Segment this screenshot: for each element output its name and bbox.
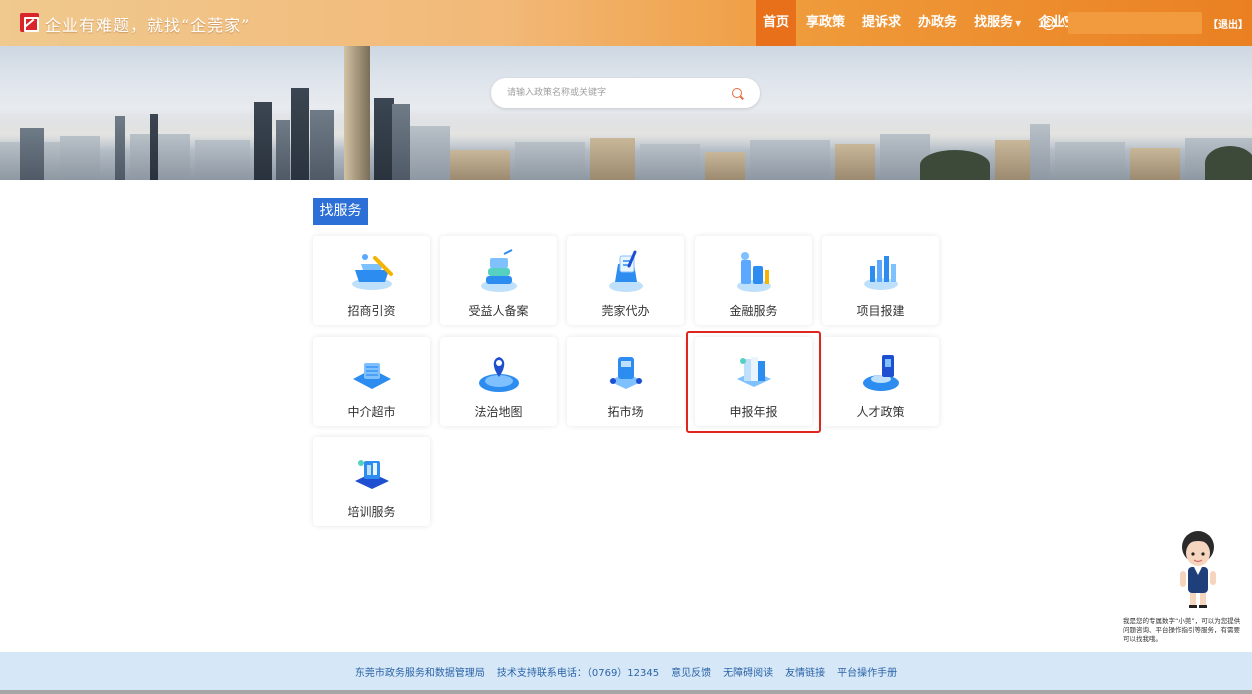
- assistant-message: 我是您的专属数字“小莞”，可以为您提供问题咨询、平台操作指引等服务，有需要可以找…: [1119, 615, 1249, 646]
- section-title: 找服务: [313, 198, 368, 225]
- search-input[interactable]: [507, 78, 727, 108]
- skyline-building: [254, 102, 272, 180]
- bottom-strip: [0, 690, 1252, 694]
- intermediary-market-icon: [353, 363, 391, 389]
- skyline-building: [276, 120, 290, 180]
- footer-links: 东莞市政务服务和数据管理局 技术支持联系电话：（0769）12345 意见反馈 …: [0, 652, 1252, 690]
- skyline-building: [515, 142, 585, 180]
- skyline-building: [1130, 148, 1180, 180]
- footer-link-friendly-links[interactable]: 友情链接: [785, 664, 825, 679]
- chevron-down-icon: ▼: [1015, 19, 1022, 28]
- footer-link-hotline: 技术支持联系电话：（0769）12345: [496, 667, 660, 679]
- skyline-building: [750, 140, 830, 180]
- service-tile-label: 招商引资: [347, 304, 396, 318]
- nav-item-services-label: 找服务: [974, 15, 1014, 30]
- service-tile-intermediary-market[interactable]: 中介超市: [313, 337, 430, 426]
- skyline-building: [291, 88, 309, 180]
- site-slogan: 企业有难题，就找“企莞家”: [45, 16, 251, 35]
- top-nav-bar: 企业有难题，就找“企莞家” 首页 享政策 提诉求 办政务 找服务 ▼ 企业空间 (…: [0, 0, 1252, 46]
- search-icon[interactable]: [732, 88, 742, 98]
- service-tile-project-report[interactable]: 项目报建: [822, 236, 939, 325]
- service-tile-label: 项目报建: [856, 304, 905, 318]
- skyline-building: [392, 104, 410, 180]
- investment-icon: [352, 254, 393, 290]
- footer: 东莞市政务服务和数据管理局 技术支持联系电话：（0769）12345 意见反馈 …: [0, 652, 1252, 690]
- skyline-building: [705, 152, 745, 180]
- user-name[interactable]: (: [1062, 14, 1066, 27]
- market-expansion-icon: [609, 357, 643, 389]
- service-tile-label: 受益人备案: [468, 304, 529, 318]
- skyline-building: [310, 110, 334, 180]
- skyline-building: [150, 114, 158, 180]
- skyline-tree: [1205, 146, 1252, 180]
- service-tile-beneficiary-filing[interactable]: 受益人备案: [440, 236, 557, 325]
- training-icon: [355, 460, 389, 489]
- service-tile-label: 拓市场: [607, 405, 644, 419]
- user-name-redacted: [1068, 12, 1202, 34]
- skyline-tower: [344, 24, 370, 180]
- service-tile-finance[interactable]: 金融服务: [695, 236, 812, 325]
- footer-link-manual[interactable]: 平台操作手册: [837, 664, 897, 679]
- project-report-icon: [864, 256, 898, 290]
- skyline-building: [115, 116, 125, 180]
- nav-item-government[interactable]: 办政务: [911, 0, 964, 46]
- agency-service-icon: [609, 250, 643, 292]
- search-box: [491, 78, 760, 108]
- skyline-building: [1055, 142, 1125, 180]
- footer-link-department[interactable]: 东莞市政务服务和数据管理局: [355, 664, 485, 679]
- service-tile-talent-policy[interactable]: 人才政策: [822, 337, 939, 426]
- skyline-building: [60, 136, 100, 180]
- legal-map-icon: [479, 357, 519, 392]
- skyline-building: [1030, 124, 1050, 180]
- nav-item-services[interactable]: 找服务 ▼: [967, 0, 1028, 46]
- service-tile-training[interactable]: 培训服务: [313, 437, 430, 526]
- skyline-building: [450, 150, 510, 180]
- service-tile-label: 中介超市: [347, 405, 396, 419]
- highlight-annual-report: [686, 331, 821, 433]
- nav-item-policy[interactable]: 享政策: [799, 0, 852, 46]
- service-tile-label: 人才政策: [856, 405, 905, 419]
- service-tile-label: 法治地图: [474, 405, 523, 419]
- skyline-building: [835, 144, 875, 180]
- talent-policy-icon: [863, 355, 899, 391]
- skyline-building: [195, 140, 250, 180]
- service-tile-agency-service[interactable]: 莞家代办: [567, 236, 684, 325]
- hero-banner: 企业有难题，就找“企莞家” 首页 享政策 提诉求 办政务 找服务 ▼ 企业空间 (…: [0, 0, 1252, 180]
- service-tile-legal-map[interactable]: 法治地图: [440, 337, 557, 426]
- finance-icon: [737, 252, 771, 292]
- skyline-building: [20, 128, 44, 180]
- service-tile-investment[interactable]: 招商引资: [313, 236, 430, 325]
- skyline-building: [374, 98, 394, 180]
- page: 企业有难题，就找“企莞家” 首页 享政策 提诉求 办政务 找服务 ▼ 企业空间 (…: [0, 0, 1252, 694]
- footer-link-accessibility[interactable]: 无障碍阅读: [723, 664, 773, 679]
- service-tile-label: 培训服务: [347, 505, 396, 519]
- nav-item-home[interactable]: 首页: [756, 0, 797, 46]
- service-tile-label: 莞家代办: [601, 304, 650, 318]
- user-icon[interactable]: [1042, 16, 1056, 30]
- skyline-building: [130, 134, 190, 180]
- skyline-building: [640, 144, 700, 180]
- footer-link-feedback[interactable]: 意见反馈: [671, 664, 711, 679]
- nav-item-appeal[interactable]: 提诉求: [855, 0, 908, 46]
- logout-link[interactable]: 【退出】: [1208, 16, 1248, 31]
- beneficiary-filing-icon: [481, 249, 517, 292]
- skyline-building: [410, 126, 450, 180]
- skyline-building: [590, 138, 635, 180]
- logo-icon[interactable]: [20, 13, 39, 32]
- skyline-tree: [920, 150, 990, 180]
- service-tile-market-expansion[interactable]: 拓市场: [567, 337, 684, 426]
- skyline-building: [995, 140, 1035, 180]
- service-tile-label: 金融服务: [729, 304, 778, 318]
